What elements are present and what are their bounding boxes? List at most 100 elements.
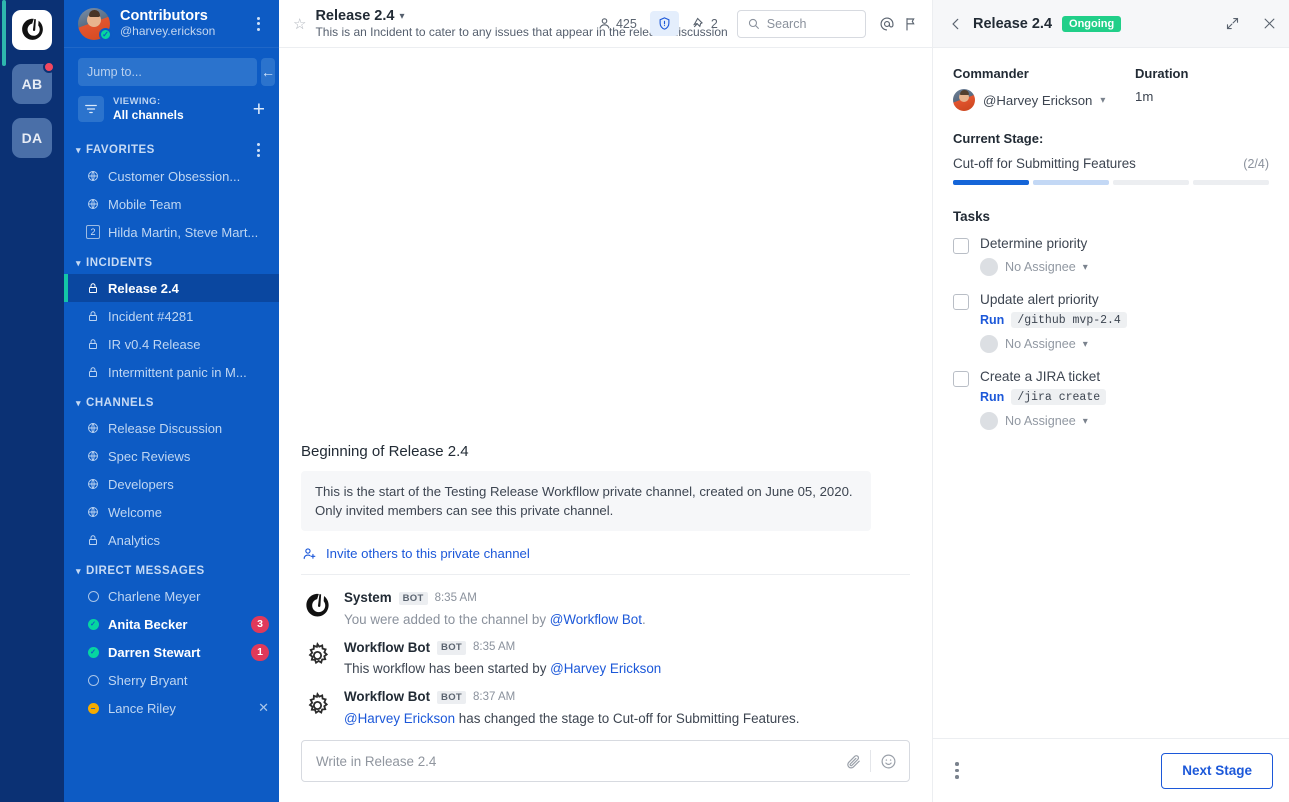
close-icon[interactable]: ✕: [258, 700, 269, 716]
viewing-label: VIEWING:: [113, 96, 161, 108]
team-sidebar: AB DA: [0, 0, 64, 802]
post-author[interactable]: System: [344, 590, 392, 606]
incident-meta: Commander @Harvey Erickson ▾ Duration 1m: [953, 66, 1269, 111]
jump-to-row: ← →: [64, 48, 279, 92]
dots-vertical-icon[interactable]: [955, 762, 959, 779]
sidebar-item-sherry-bryant[interactable]: Sherry Bryant: [64, 666, 279, 694]
task-checkbox[interactable]: [953, 294, 969, 310]
channel-title[interactable]: Release 2.4 ▾: [315, 8, 578, 24]
sidebar-item-spec-reviews[interactable]: Spec Reviews: [64, 442, 279, 470]
task-checkbox[interactable]: [953, 238, 969, 254]
username: @harvey.erickson: [120, 23, 216, 38]
category-label: CHANNELS: [86, 397, 154, 409]
post-author[interactable]: Workflow Bot: [344, 689, 430, 705]
category-header-incidents[interactable]: ▾ INCIDENTS: [64, 246, 279, 274]
pinned-posts-button[interactable]: 2: [685, 11, 725, 36]
sidebar-item-anita-becker[interactable]: ✓ Anita Becker 3: [64, 610, 279, 638]
sidebar-item-customer-obsession[interactable]: Customer Obsession...: [64, 162, 279, 190]
category-header-favorites[interactable]: ▾ FAVORITES: [64, 132, 279, 162]
sidebar-item-darren-stewart[interactable]: ✓ Darren Stewart 1: [64, 638, 279, 666]
mattermost-logo-icon[interactable]: [12, 10, 52, 50]
sidebar-item-intermittent-panic[interactable]: Intermittent panic in M...: [64, 358, 279, 386]
bot-tag: BOT: [398, 591, 428, 606]
task-assignee-selector[interactable]: No Assignee ▾: [980, 335, 1269, 353]
sidebar-item-developers[interactable]: Developers: [64, 470, 279, 498]
post-item: Workflow Bot BOT 8:35 AM This workflow h…: [301, 629, 910, 679]
task-command-row: Run /jira create: [980, 389, 1269, 405]
run-command-button[interactable]: Run: [980, 390, 1004, 404]
expand-arrows-icon[interactable]: [1225, 16, 1240, 31]
post-message: You were added to the channel by @Workfl…: [344, 610, 646, 629]
status-away-icon: −: [86, 702, 100, 714]
post-mention[interactable]: @Workflow Bot: [550, 612, 642, 627]
rhs-title: Release 2.4: [973, 15, 1053, 32]
sidebar-item-label: Mobile Team: [108, 196, 182, 212]
mattermost-logo-glyph: [21, 18, 43, 40]
arrow-left-icon[interactable]: ←: [261, 58, 275, 86]
task-assignee-selector[interactable]: No Assignee ▾: [980, 258, 1269, 276]
commander-label: Commander: [953, 66, 1029, 81]
status-online-icon: ✓: [99, 27, 112, 41]
jump-to-input[interactable]: [78, 58, 257, 86]
paperclip-glyph: [846, 754, 860, 768]
category-header-channels[interactable]: ▾ CHANNELS: [64, 386, 279, 414]
recent-mentions-button[interactable]: [878, 10, 896, 38]
post-text-before: You were added to the channel by: [344, 611, 550, 627]
post-author[interactable]: Workflow Bot: [344, 640, 430, 656]
stage-progress-count: (2/4): [1243, 157, 1269, 171]
emoji-smiley-icon[interactable]: [873, 746, 903, 776]
sidebar-item-analytics[interactable]: Analytics: [64, 526, 279, 554]
sidebar-item-incident-4281[interactable]: Incident #4281: [64, 302, 279, 330]
category-label: DIRECT MESSAGES: [86, 565, 205, 577]
sidebar-item-ir-v04-release[interactable]: IR v0.4 Release: [64, 330, 279, 358]
lock-icon: [86, 282, 100, 294]
search-input[interactable]: Search: [736, 9, 867, 38]
post-mention[interactable]: @Harvey Erickson: [344, 711, 455, 726]
bot-tag: BOT: [437, 641, 466, 655]
plus-icon[interactable]: +: [253, 99, 267, 120]
chevron-left-icon[interactable]: [949, 17, 963, 31]
invite-others-link[interactable]: Invite others to this private channel: [302, 546, 910, 561]
dots-vertical-icon[interactable]: [249, 143, 267, 157]
avatar: [980, 335, 998, 353]
saved-posts-button[interactable]: [902, 10, 920, 38]
sidebar-item-release-discussion[interactable]: Release Discussion: [64, 414, 279, 442]
chevron-down-icon: ▾: [1082, 338, 1088, 350]
close-glyph: [1264, 18, 1275, 29]
sidebar-team-header[interactable]: ✓ Contributors @harvey.erickson: [64, 0, 279, 48]
tasks-heading: Tasks: [953, 209, 990, 224]
channel-members-button[interactable]: 425: [590, 11, 644, 36]
invite-others-label: Invite others to this private channel: [326, 546, 530, 562]
incident-toggle-button[interactable]: [649, 11, 679, 36]
post-timestamp: 8:35 AM: [473, 641, 516, 654]
message-input[interactable]: [316, 753, 838, 769]
post-mention[interactable]: @Harvey Erickson: [550, 661, 661, 676]
globe-icon: [86, 478, 100, 490]
task-assignee-selector[interactable]: No Assignee ▾: [980, 412, 1269, 430]
sidebar-item-release-2-4[interactable]: Release 2.4: [64, 274, 279, 302]
add-member-icon: [303, 548, 316, 560]
team-button-ab[interactable]: AB: [12, 61, 55, 104]
star-outline-icon[interactable]: ☆: [293, 15, 309, 33]
task-checkbox[interactable]: [953, 371, 969, 387]
sidebar-item-mobile-team[interactable]: Mobile Team: [64, 190, 279, 218]
flag-icon: [906, 17, 915, 31]
sidebar-item-group-message[interactable]: 2 Hilda Martin, Steve Mart...: [64, 218, 279, 246]
sidebar-item-welcome[interactable]: Welcome: [64, 498, 279, 526]
chevron-down-icon: ▾: [399, 10, 405, 22]
lock-icon: [86, 338, 100, 350]
status-offline-icon: [86, 674, 100, 686]
commander-selector[interactable]: @Harvey Erickson ▾: [953, 89, 1135, 111]
filter-icon[interactable]: [78, 96, 104, 122]
close-icon[interactable]: [1262, 16, 1277, 31]
paperclip-icon[interactable]: [838, 746, 868, 776]
gear-glyph: [308, 691, 328, 715]
sidebar-item-lance-riley[interactable]: − Lance Riley ✕: [64, 694, 279, 722]
globe-icon: [86, 198, 100, 210]
category-header-direct-messages[interactable]: ▾ DIRECT MESSAGES: [64, 554, 279, 582]
next-stage-button[interactable]: Next Stage: [1161, 752, 1273, 789]
team-button-da[interactable]: DA: [12, 118, 52, 158]
run-command-button[interactable]: Run: [980, 313, 1004, 327]
sidebar-item-charlene-meyer[interactable]: Charlene Meyer: [64, 582, 279, 610]
dots-vertical-icon[interactable]: [249, 16, 267, 31]
